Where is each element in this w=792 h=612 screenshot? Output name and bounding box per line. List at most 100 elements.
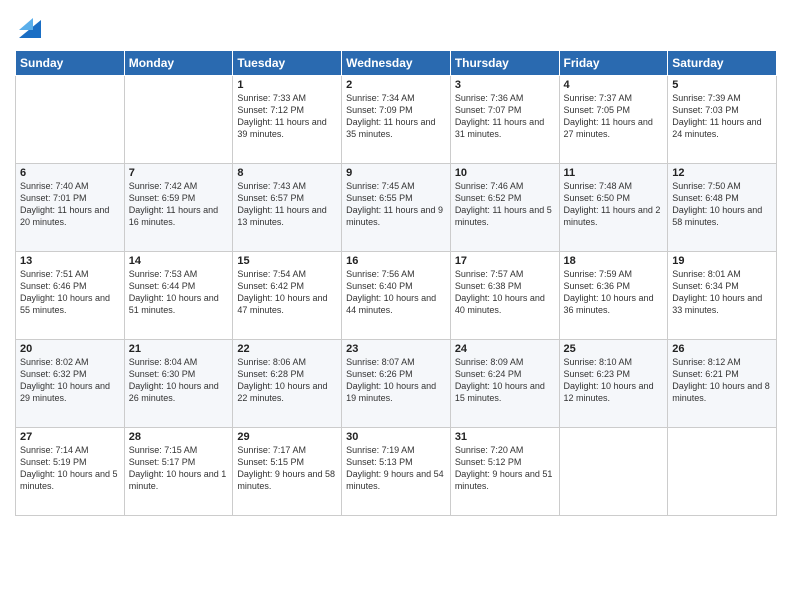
day-number: 27 [20,431,120,443]
sunrise-text: Sunrise: 7:40 AM [20,181,89,191]
daylight-text: Daylight: 10 hours and 33 minutes. [672,293,762,315]
calendar-cell: 15 Sunrise: 7:54 AM Sunset: 6:42 PM Dayl… [233,252,342,340]
day-info: Sunrise: 7:53 AM Sunset: 6:44 PM Dayligh… [129,268,229,317]
day-info: Sunrise: 7:48 AM Sunset: 6:50 PM Dayligh… [564,180,664,229]
day-number: 15 [237,255,337,267]
day-number: 4 [564,79,664,91]
day-number: 18 [564,255,664,267]
calendar-cell: 25 Sunrise: 8:10 AM Sunset: 6:23 PM Dayl… [559,340,668,428]
sunrise-text: Sunrise: 8:10 AM [564,357,633,367]
sunrise-text: Sunrise: 7:42 AM [129,181,198,191]
daylight-text: Daylight: 10 hours and 55 minutes. [20,293,110,315]
sunrise-text: Sunrise: 8:04 AM [129,357,198,367]
calendar: Sunday Monday Tuesday Wednesday Thursday… [15,50,777,516]
day-info: Sunrise: 7:57 AM Sunset: 6:38 PM Dayligh… [455,268,555,317]
daylight-text: Daylight: 11 hours and 39 minutes. [237,117,326,139]
sunset-text: Sunset: 5:12 PM [455,457,522,467]
sunset-text: Sunset: 5:17 PM [129,457,196,467]
sunrise-text: Sunrise: 7:14 AM [20,445,89,455]
calendar-cell: 30 Sunrise: 7:19 AM Sunset: 5:13 PM Dayl… [342,428,451,516]
col-wednesday: Wednesday [342,51,451,76]
sunset-text: Sunset: 6:46 PM [20,281,87,291]
sunset-text: Sunset: 6:26 PM [346,369,413,379]
daylight-text: Daylight: 10 hours and 1 minute. [129,469,227,491]
day-number: 8 [237,167,337,179]
calendar-cell [559,428,668,516]
sunset-text: Sunset: 7:12 PM [237,105,304,115]
sunset-text: Sunset: 7:05 PM [564,105,631,115]
sunset-text: Sunset: 7:03 PM [672,105,739,115]
day-number: 20 [20,343,120,355]
day-info: Sunrise: 7:39 AM Sunset: 7:03 PM Dayligh… [672,92,772,141]
calendar-cell [16,76,125,164]
daylight-text: Daylight: 10 hours and 19 minutes. [346,381,436,403]
sunset-text: Sunset: 6:50 PM [564,193,631,203]
sunrise-text: Sunrise: 8:09 AM [455,357,524,367]
daylight-text: Daylight: 11 hours and 13 minutes. [237,205,326,227]
sunrise-text: Sunrise: 7:54 AM [237,269,306,279]
day-number: 11 [564,167,664,179]
calendar-header-row: Sunday Monday Tuesday Wednesday Thursday… [16,51,777,76]
calendar-cell: 26 Sunrise: 8:12 AM Sunset: 6:21 PM Dayl… [668,340,777,428]
sunrise-text: Sunrise: 7:56 AM [346,269,415,279]
day-number: 7 [129,167,229,179]
sunset-text: Sunset: 6:44 PM [129,281,196,291]
daylight-text: Daylight: 11 hours and 16 minutes. [129,205,218,227]
col-sunday: Sunday [16,51,125,76]
calendar-cell: 29 Sunrise: 7:17 AM Sunset: 5:15 PM Dayl… [233,428,342,516]
calendar-cell: 13 Sunrise: 7:51 AM Sunset: 6:46 PM Dayl… [16,252,125,340]
day-number: 31 [455,431,555,443]
calendar-cell: 7 Sunrise: 7:42 AM Sunset: 6:59 PM Dayli… [124,164,233,252]
day-number: 28 [129,431,229,443]
calendar-cell: 3 Sunrise: 7:36 AM Sunset: 7:07 PM Dayli… [450,76,559,164]
day-info: Sunrise: 7:50 AM Sunset: 6:48 PM Dayligh… [672,180,772,229]
sunrise-text: Sunrise: 8:01 AM [672,269,741,279]
day-number: 19 [672,255,772,267]
day-number: 3 [455,79,555,91]
calendar-cell: 20 Sunrise: 8:02 AM Sunset: 6:32 PM Dayl… [16,340,125,428]
calendar-cell: 4 Sunrise: 7:37 AM Sunset: 7:05 PM Dayli… [559,76,668,164]
sunset-text: Sunset: 6:42 PM [237,281,304,291]
sunset-text: Sunset: 6:59 PM [129,193,196,203]
day-info: Sunrise: 8:04 AM Sunset: 6:30 PM Dayligh… [129,356,229,405]
daylight-text: Daylight: 9 hours and 58 minutes. [237,469,335,491]
day-info: Sunrise: 7:46 AM Sunset: 6:52 PM Dayligh… [455,180,555,229]
day-info: Sunrise: 7:51 AM Sunset: 6:46 PM Dayligh… [20,268,120,317]
day-number: 5 [672,79,772,91]
sunrise-text: Sunrise: 7:37 AM [564,93,633,103]
day-info: Sunrise: 8:12 AM Sunset: 6:21 PM Dayligh… [672,356,772,405]
sunrise-text: Sunrise: 8:06 AM [237,357,306,367]
sunrise-text: Sunrise: 7:34 AM [346,93,415,103]
sunrise-text: Sunrise: 7:36 AM [455,93,524,103]
sunset-text: Sunset: 5:19 PM [20,457,87,467]
calendar-cell: 12 Sunrise: 7:50 AM Sunset: 6:48 PM Dayl… [668,164,777,252]
daylight-text: Daylight: 11 hours and 2 minutes. [564,205,661,227]
calendar-cell: 17 Sunrise: 7:57 AM Sunset: 6:38 PM Dayl… [450,252,559,340]
sunset-text: Sunset: 6:57 PM [237,193,304,203]
day-info: Sunrise: 8:10 AM Sunset: 6:23 PM Dayligh… [564,356,664,405]
calendar-cell: 10 Sunrise: 7:46 AM Sunset: 6:52 PM Dayl… [450,164,559,252]
day-number: 6 [20,167,120,179]
sunrise-text: Sunrise: 7:45 AM [346,181,415,191]
sunrise-text: Sunrise: 7:57 AM [455,269,524,279]
daylight-text: Daylight: 10 hours and 44 minutes. [346,293,436,315]
daylight-text: Daylight: 11 hours and 35 minutes. [346,117,435,139]
sunrise-text: Sunrise: 7:17 AM [237,445,306,455]
day-info: Sunrise: 7:34 AM Sunset: 7:09 PM Dayligh… [346,92,446,141]
day-number: 16 [346,255,446,267]
col-thursday: Thursday [450,51,559,76]
day-number: 17 [455,255,555,267]
calendar-cell: 21 Sunrise: 8:04 AM Sunset: 6:30 PM Dayl… [124,340,233,428]
sunset-text: Sunset: 6:30 PM [129,369,196,379]
day-info: Sunrise: 8:09 AM Sunset: 6:24 PM Dayligh… [455,356,555,405]
day-info: Sunrise: 7:20 AM Sunset: 5:12 PM Dayligh… [455,444,555,493]
daylight-text: Daylight: 11 hours and 31 minutes. [455,117,544,139]
day-number: 1 [237,79,337,91]
calendar-cell: 2 Sunrise: 7:34 AM Sunset: 7:09 PM Dayli… [342,76,451,164]
day-info: Sunrise: 7:45 AM Sunset: 6:55 PM Dayligh… [346,180,446,229]
daylight-text: Daylight: 11 hours and 5 minutes. [455,205,552,227]
calendar-cell [124,76,233,164]
sunrise-text: Sunrise: 7:15 AM [129,445,198,455]
sunset-text: Sunset: 5:15 PM [237,457,304,467]
day-info: Sunrise: 7:17 AM Sunset: 5:15 PM Dayligh… [237,444,337,493]
